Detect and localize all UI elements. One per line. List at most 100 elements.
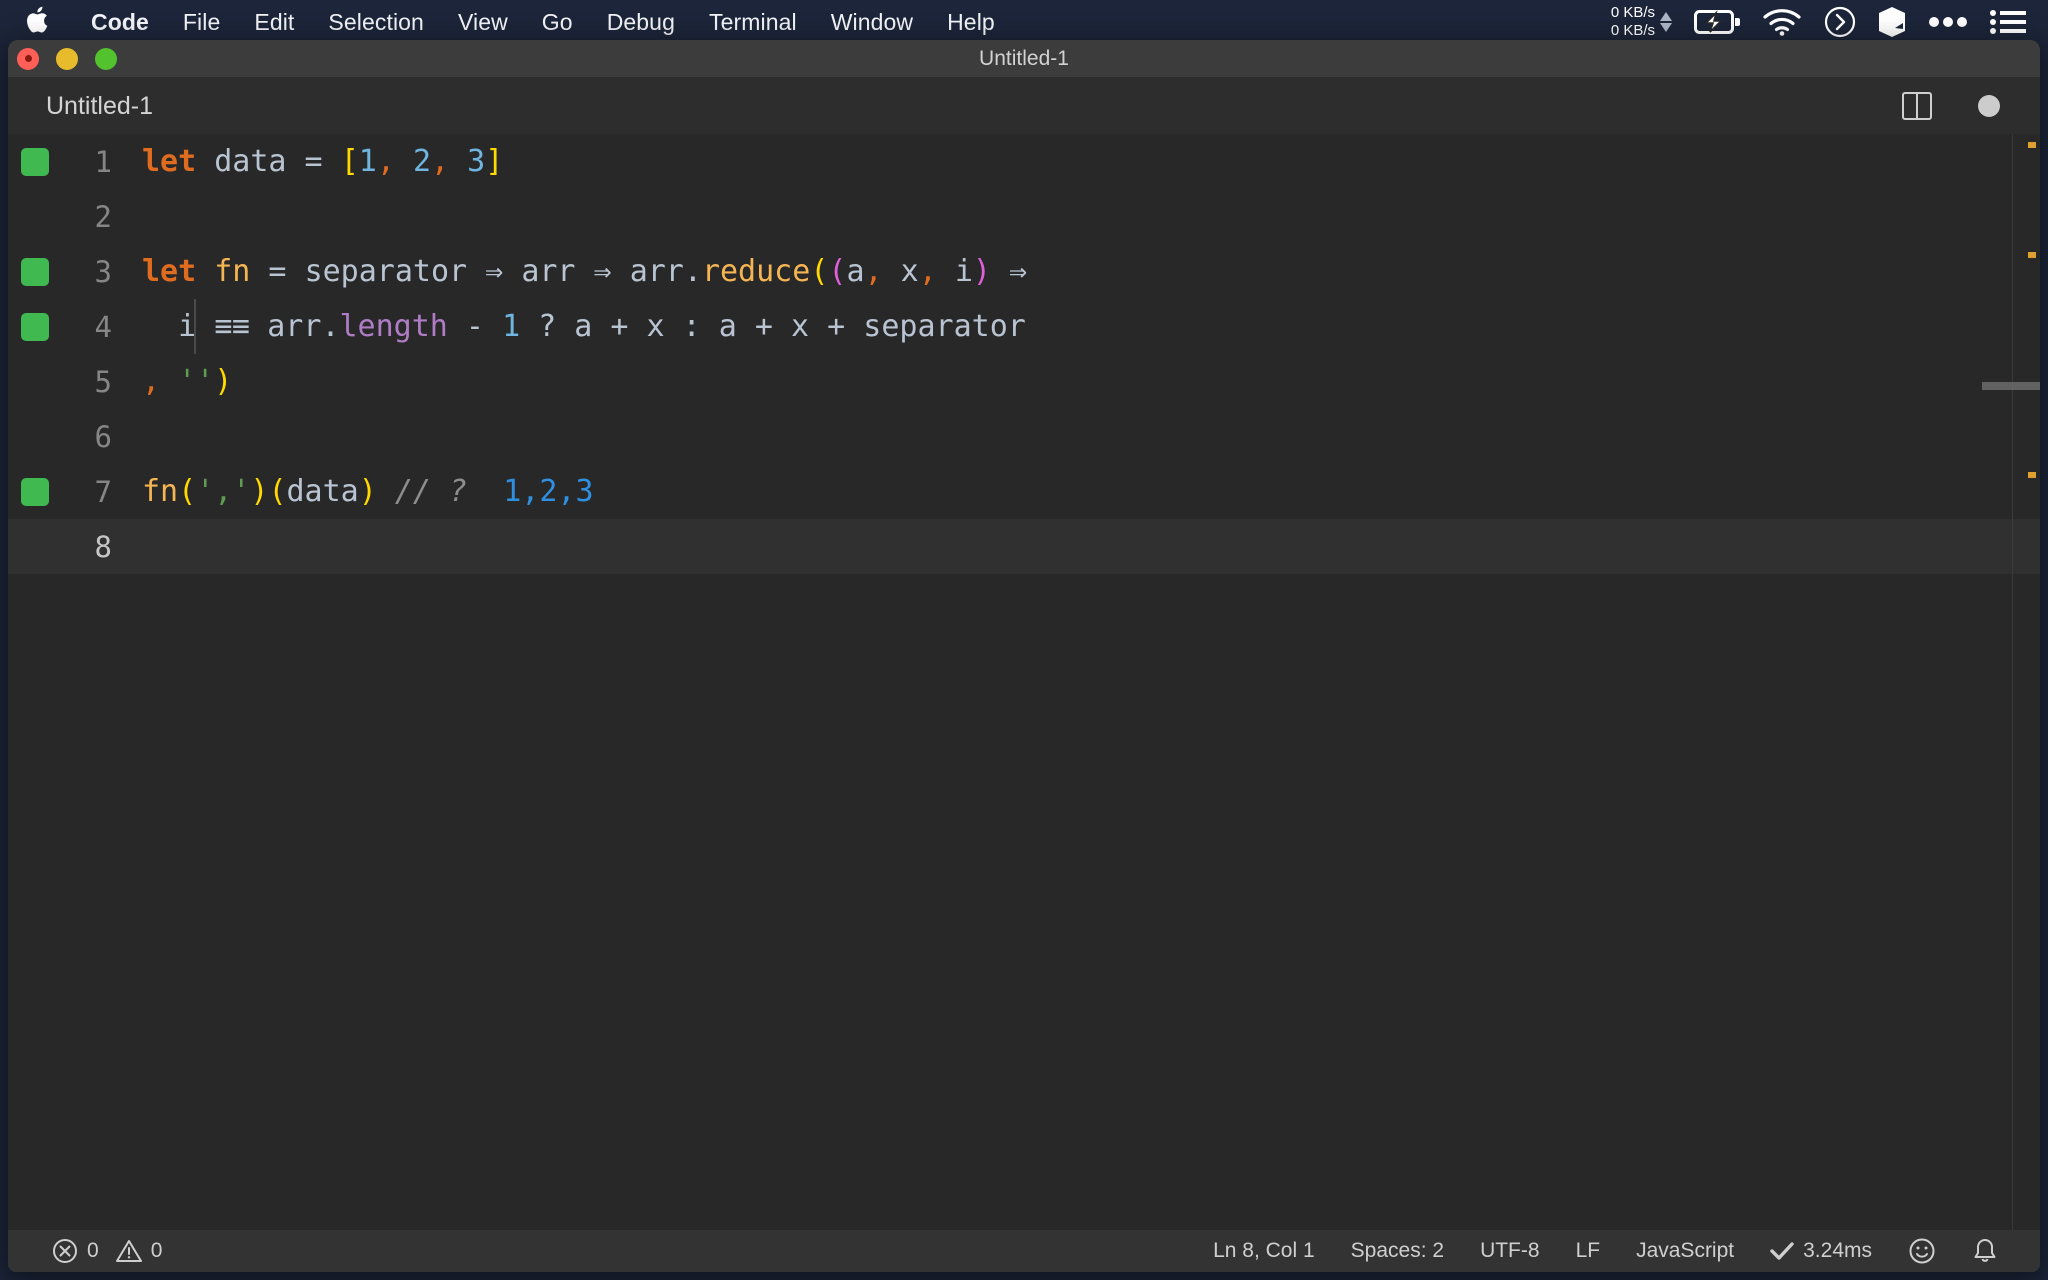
code-token: arr: [629, 254, 684, 289]
line-content: let data = [1, 2, 3]: [138, 144, 503, 179]
code-token: ): [250, 474, 269, 509]
code-token: arr: [521, 254, 576, 289]
code-line[interactable]: 8: [8, 519, 2040, 574]
problems-indicator[interactable]: 0 0: [34, 1238, 180, 1264]
line-number: 8: [94, 529, 112, 564]
code-token: ⇒: [990, 254, 1028, 289]
gutter-change-marker[interactable]: [21, 312, 49, 341]
status-bar: 0 0 Ln 8, Col 1 Spaces: 2 UTF-8 LF JavaS…: [8, 1230, 2040, 1272]
line-content: i ≡≡ arr.length - 1 ? a + x : a + x + se…: [138, 309, 1026, 344]
network-upload-speed: 0 KB/s: [1610, 4, 1655, 21]
bell-icon: [1972, 1237, 1998, 1265]
cube-icon[interactable]: [1878, 6, 1906, 38]
line-number: 6: [94, 419, 112, 454]
menu-item-file[interactable]: File: [166, 0, 237, 44]
tab-untitled-1[interactable]: Untitled-1: [8, 78, 179, 134]
wifi-icon[interactable]: [1762, 8, 1802, 36]
code-token: ,: [142, 364, 161, 399]
code-token: (: [268, 474, 287, 509]
battery-charging-icon[interactable]: [1694, 9, 1740, 35]
run-time-indicator[interactable]: 3.24ms: [1752, 1239, 1890, 1263]
code-token: fn: [142, 474, 179, 509]
gutter-change-marker[interactable]: [21, 257, 49, 286]
menu-bar-items: Code File Edit Selection View Go Debug T…: [0, 0, 1012, 44]
code-token: separator: [304, 254, 468, 289]
feedback-button[interactable]: [1890, 1237, 1954, 1265]
code-line[interactable]: 1 let data = [1, 2, 3]: [8, 134, 2040, 189]
code-line[interactable]: 7 fn(',')(data) // ? 1,2,3: [8, 464, 2040, 519]
code-token: ): [358, 474, 377, 509]
overview-ruler[interactable]: [2012, 134, 2040, 1230]
line-number: 2: [94, 199, 112, 234]
end-of-line-sequence[interactable]: LF: [1558, 1239, 1619, 1263]
code-token: arr: [267, 309, 322, 344]
file-encoding[interactable]: UTF-8: [1462, 1239, 1558, 1263]
code-token: ≡≡: [214, 309, 250, 344]
code-token: ⇒: [467, 254, 522, 289]
indentation-setting[interactable]: Spaces: 2: [1333, 1239, 1462, 1263]
line-content: fn(',')(data) // ? 1,2,3: [138, 474, 594, 509]
menu-item-go[interactable]: Go: [525, 0, 590, 44]
cursor-position[interactable]: Ln 8, Col 1: [1195, 1239, 1333, 1263]
menu-item-edit[interactable]: Edit: [237, 0, 311, 44]
language-mode[interactable]: JavaScript: [1618, 1239, 1752, 1263]
menu-item-code[interactable]: Code: [74, 0, 166, 44]
code-token: .: [683, 254, 702, 289]
menu-item-debug[interactable]: Debug: [590, 0, 692, 44]
list-icon[interactable]: [1990, 9, 2026, 35]
code-token: a: [846, 254, 865, 289]
apple-logo-icon[interactable]: [26, 5, 52, 35]
code-token: '': [178, 364, 215, 399]
code-token: (: [810, 254, 829, 289]
tab-label: Untitled-1: [46, 91, 153, 120]
line-content: let fn = separator ⇒ arr ⇒ arr.reduce((a…: [138, 254, 1027, 289]
code-token: ,: [864, 254, 883, 289]
line-content: , ''): [138, 364, 232, 399]
code-line[interactable]: 2: [8, 189, 2040, 244]
code-token: 3: [467, 144, 486, 179]
chevron-right-circle-icon[interactable]: [1824, 6, 1856, 38]
code-token: let: [142, 144, 197, 179]
horizontal-scrollbar-thumb[interactable]: [1982, 382, 2040, 390]
gutter-change-marker[interactable]: [21, 477, 49, 506]
code-token: ⇒: [575, 254, 630, 289]
network-download-speed: 0 KB/s: [1610, 22, 1655, 39]
smiley-icon: [1908, 1237, 1936, 1265]
network-arrows-icon: [1660, 12, 1672, 32]
editor-actions: [1902, 92, 2040, 120]
menu-item-terminal[interactable]: Terminal: [692, 0, 814, 44]
indent-guide: [194, 299, 196, 354]
code-token: ? a + x : a + x + separator: [520, 309, 1026, 344]
code-token: let: [142, 254, 197, 289]
code-line[interactable]: 4 i ≡≡ arr.length - 1 ? a + x : a + x + …: [8, 299, 2040, 354]
menu-item-view[interactable]: View: [441, 0, 525, 44]
code-token: reduce: [701, 254, 811, 289]
menu-bar-status-icons: 0 KB/s 0 KB/s: [1611, 0, 2048, 44]
menu-item-window[interactable]: Window: [814, 0, 930, 44]
code-token: (: [828, 254, 847, 289]
code-line[interactable]: 3 let fn = separator ⇒ arr ⇒ arr.reduce((…: [8, 244, 2040, 299]
menu-item-selection[interactable]: Selection: [311, 0, 441, 44]
status-bar-right: Ln 8, Col 1 Spaces: 2 UTF-8 LF JavaScrip…: [1195, 1237, 2040, 1265]
checkmark-icon: [1770, 1241, 1794, 1261]
menu-item-help[interactable]: Help: [930, 0, 1012, 44]
code-token: 2: [412, 144, 431, 179]
code-line[interactable]: 6: [8, 409, 2040, 464]
gutter-change-marker[interactable]: [21, 147, 49, 176]
code-token: =: [250, 254, 305, 289]
ellipsis-icon[interactable]: [1928, 16, 1968, 28]
split-editor-icon[interactable]: [1902, 92, 1932, 120]
code-line[interactable]: 5, ''): [8, 354, 2040, 409]
editor-tab-bar: Untitled-1: [8, 78, 2040, 134]
unsaved-dot-icon[interactable]: [1978, 95, 2000, 117]
code-token: ,: [376, 144, 395, 179]
code-token: length: [339, 309, 448, 344]
notifications-button[interactable]: [1954, 1237, 2016, 1265]
network-speed-indicator[interactable]: 0 KB/s 0 KB/s: [1611, 4, 1672, 40]
code-editor[interactable]: 1 let data = [1, 2, 3] 2 3 let fn = separato…: [8, 134, 2040, 1230]
